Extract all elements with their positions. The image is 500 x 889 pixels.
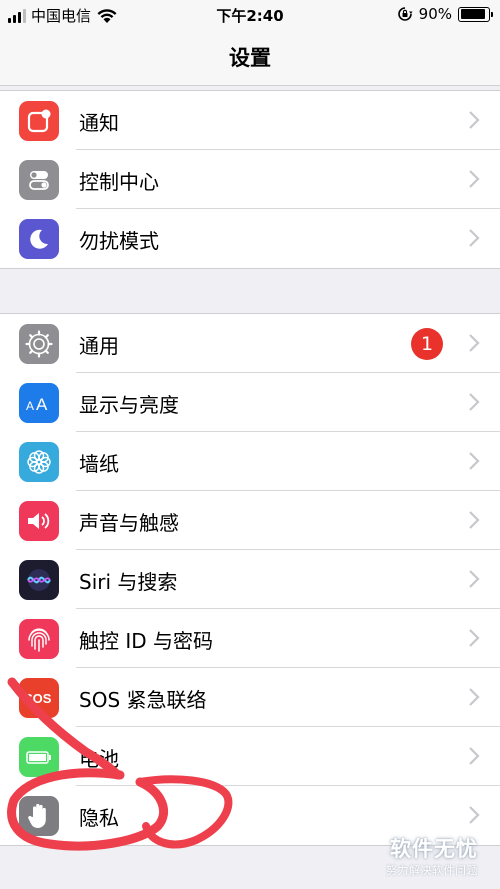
settings-row-label: SOS 紧急联络 — [79, 688, 207, 712]
chevron-right-icon — [469, 452, 480, 470]
status-right: 90% — [397, 5, 493, 23]
chevron-right-icon — [469, 747, 480, 765]
settings-row-control-center[interactable]: 控制中心 — [0, 150, 500, 209]
chevron-right-icon — [469, 111, 480, 129]
navigation-bar: 设置 — [0, 30, 500, 86]
svg-text:A: A — [26, 399, 34, 413]
battery-fill — [460, 9, 485, 19]
settings-group-2: 通用 1 AA 显示与亮度 墙纸 声音与触感 Siri 与搜索 触控 ID 与密… — [0, 313, 500, 846]
settings-row-label: 声音与触感 — [79, 511, 179, 535]
settings-row-label: 控制中心 — [79, 170, 159, 194]
settings-row-label: 通知 — [79, 111, 119, 135]
display-brightness-icon: AA — [19, 383, 59, 423]
chevron-right-icon — [469, 393, 480, 411]
chevron-right-icon — [469, 629, 480, 647]
control-center-icon — [19, 160, 59, 200]
chevron-right-icon — [469, 334, 480, 352]
settings-row-notifications[interactable]: 通知 — [0, 91, 500, 150]
settings-row-label: 通用 — [79, 334, 119, 358]
chevron-right-icon — [469, 688, 480, 706]
settings-row-sounds[interactable]: 声音与触感 — [0, 491, 500, 550]
fingerprint-icon — [19, 619, 59, 659]
chevron-right-icon — [469, 806, 480, 824]
settings-row-wallpaper[interactable]: 墙纸 — [0, 432, 500, 491]
settings-group-1: 通知 控制中心 勿扰模式 — [0, 90, 500, 269]
settings-row-label: Siri 与搜索 — [79, 570, 178, 594]
svg-text:A: A — [36, 395, 48, 414]
battery-status-icon — [458, 6, 493, 22]
moon-icon — [19, 219, 59, 259]
notifications-icon — [19, 101, 59, 141]
settings-row-general[interactable]: 通用 1 — [0, 314, 500, 373]
settings-row-siri[interactable]: Siri 与搜索 — [0, 550, 500, 609]
settings-row-label: 显示与亮度 — [79, 393, 179, 417]
notification-badge: 1 — [411, 328, 443, 360]
settings-row-do-not-disturb[interactable]: 勿扰模式 — [0, 209, 500, 268]
settings-row-label: 触控 ID 与密码 — [79, 629, 214, 653]
wallpaper-flower-icon — [19, 442, 59, 482]
chevron-right-icon — [469, 170, 480, 188]
hand-icon — [19, 796, 59, 836]
orientation-lock-icon — [397, 7, 413, 21]
settings-row-touch-id[interactable]: 触控 ID 与密码 — [0, 609, 500, 668]
gear-icon — [19, 324, 59, 364]
settings-row-label: 电池 — [79, 747, 119, 771]
settings-row-emergency-sos[interactable]: SOS SOS 紧急联络 — [0, 668, 500, 727]
page-title: 设置 — [229, 46, 271, 70]
settings-row-label: 墙纸 — [79, 452, 119, 476]
svg-text:SOS: SOS — [24, 691, 52, 706]
siri-icon — [19, 560, 59, 600]
speaker-icon — [19, 501, 59, 541]
settings-row-label: 勿扰模式 — [79, 229, 159, 253]
watermark-tagline: 努力解决软件问题 — [386, 864, 478, 877]
watermark-logo: 软件无忧 — [390, 837, 478, 861]
settings-row-display-brightness[interactable]: AA 显示与亮度 — [0, 373, 500, 432]
battery-percent: 90% — [418, 5, 452, 23]
status-bar: 中国电信 下午2:40 90% — [0, 0, 500, 30]
sos-icon: SOS — [19, 678, 59, 718]
battery-icon — [19, 737, 59, 777]
settings-row-battery[interactable]: 电池 — [0, 727, 500, 786]
chevron-right-icon — [469, 511, 480, 529]
chevron-right-icon — [469, 229, 480, 247]
chevron-right-icon — [469, 570, 480, 588]
settings-row-label: 隐私 — [79, 806, 119, 830]
